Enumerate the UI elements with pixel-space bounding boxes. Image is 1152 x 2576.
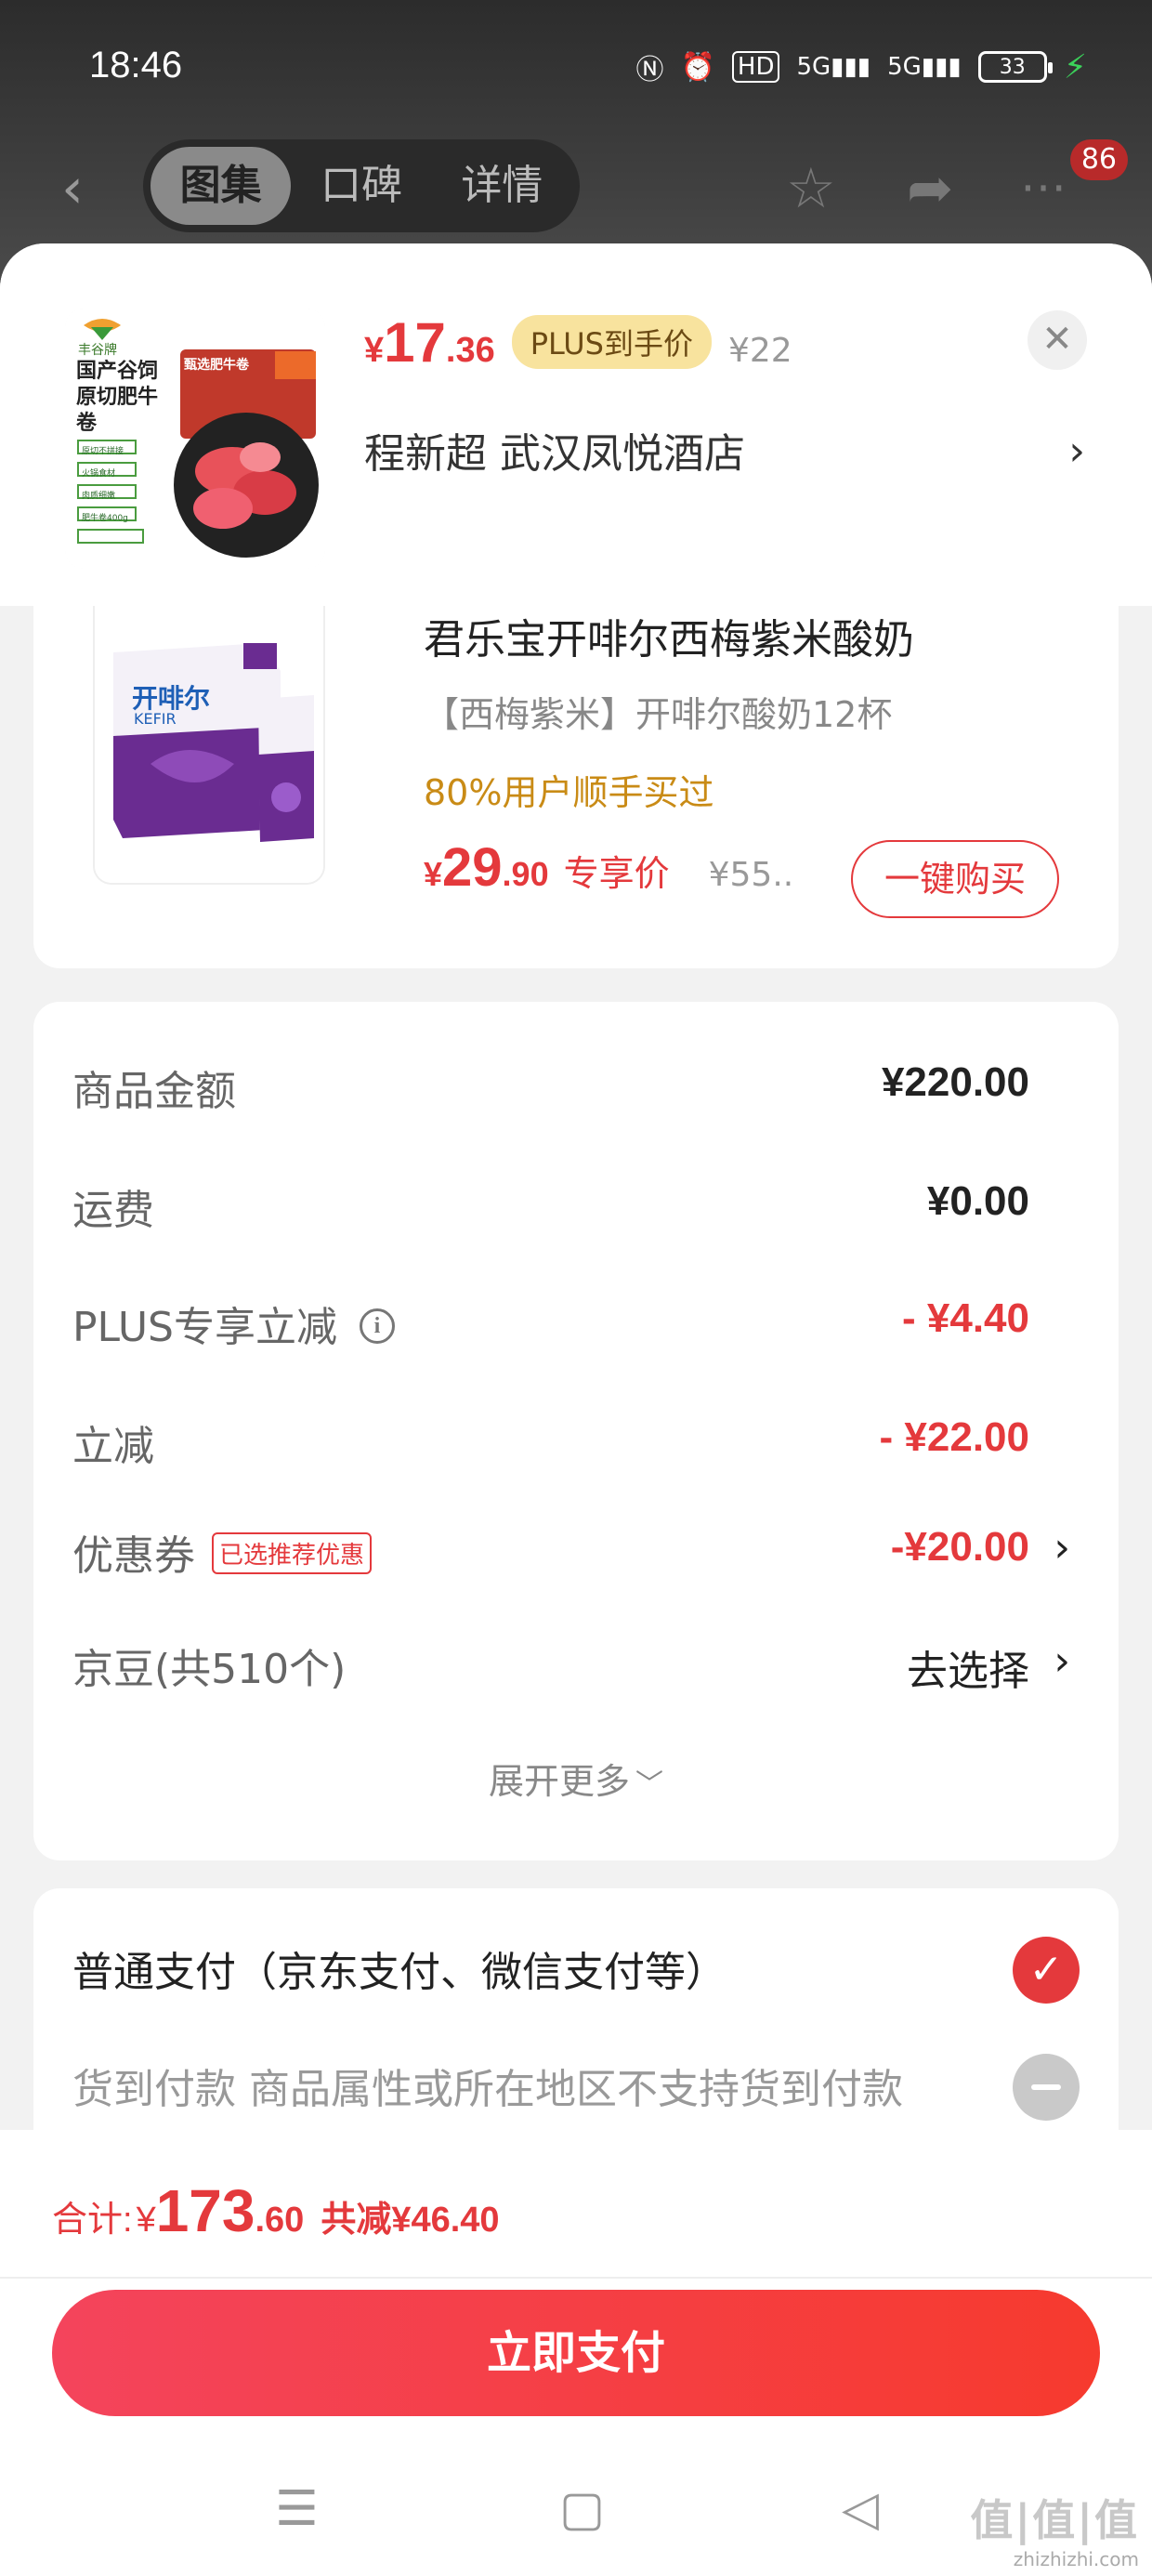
amount-value: - ¥22.00 xyxy=(879,1414,1029,1460)
coupon-selected-tag: 已选推荐优惠 xyxy=(212,1531,373,1574)
total-amount-dec: .60 xyxy=(255,2201,305,2240)
back-triangle-icon[interactable]: ◁ xyxy=(842,2481,879,2537)
favorite-star-icon[interactable]: ☆ xyxy=(786,156,836,221)
amount-value: ¥0.00 xyxy=(926,1178,1029,1224)
product-header: 丰谷牌 国产谷饲原切肥牛卷 甄选肥牛卷 原切不拼接 火锅食材 肉质细嫩 肥牛卷4… xyxy=(0,243,1152,606)
signal-5g-icon-2: 5G▮▮▮ xyxy=(887,53,962,81)
hd-icon: HD xyxy=(731,51,780,83)
recommend-price-row: ¥29.90 专享价 ¥55.. xyxy=(424,836,793,899)
status-bar: 18:46 Ⓝ ⏰ HD 5G▮▮▮ 5G▮▮▮ 33 ⚡ xyxy=(0,0,1152,130)
total-row: 合计: ¥ 173 .60 共减¥46.40 xyxy=(52,2176,500,2245)
menu-icon[interactable]: ☰ xyxy=(275,2481,319,2537)
amount-row-plus-discount: PLUS专享立减 i - ¥4.40 xyxy=(33,1282,1119,1357)
info-icon[interactable]: i xyxy=(360,1308,395,1344)
product-thumbnail: 丰谷牌 国产谷饲原切肥牛卷 甄选肥牛卷 原切不拼接 火锅食材 肉质细嫩 肥牛卷4… xyxy=(65,309,325,569)
share-icon[interactable]: ➦ xyxy=(907,156,953,221)
chevron-right-icon[interactable]: › xyxy=(1054,1524,1070,1571)
chevron-right-icon[interactable]: › xyxy=(1068,427,1085,475)
tab-reviews[interactable]: 口碑 xyxy=(291,147,431,225)
amount-label: 商品金额 xyxy=(72,1068,236,1115)
recommend-thumbnail: 开啡尔 KEFIR xyxy=(93,606,325,885)
nav-tabs: 图集 口碑 详情 xyxy=(143,139,580,232)
amount-row-coupon[interactable]: 优惠券 已选推荐优惠 -¥20.00 › xyxy=(33,1511,1119,1585)
home-square-icon[interactable]: ▢ xyxy=(559,2481,605,2537)
thumb-title: 国产谷饲原切肥牛卷 xyxy=(76,360,159,435)
site-watermark: 值|值|值 zhizhizhi.com xyxy=(970,2495,1139,2570)
delivery-address[interactable]: 程新超 武汉凤悦酒店 xyxy=(364,420,745,480)
disabled-minus-icon xyxy=(1013,2054,1080,2121)
more-icon[interactable]: ⋯ xyxy=(1020,160,1067,214)
chevron-right-icon[interactable]: › xyxy=(1054,1637,1070,1685)
tab-gallery[interactable]: 图集 xyxy=(151,147,292,225)
amount-summary-card: 商品金额 ¥220.00 运费 ¥0.00 PLUS专享立减 i - ¥4.40 … xyxy=(33,1002,1119,1860)
amount-row-shipping: 运费 ¥0.00 xyxy=(33,1165,1119,1240)
alarm-icon: ⏰ xyxy=(680,50,715,84)
back-arrow-icon[interactable]: ‹ xyxy=(61,156,84,221)
amount-value: 去选择 xyxy=(907,1649,1029,1694)
top-nav: ‹ 图集 口碑 详情 ☆ ➦ ⋯ 86 xyxy=(0,139,1152,232)
kefir-yogurt-image xyxy=(95,606,323,883)
recommend-title[interactable]: 君乐宝开啡尔西梅紫米酸奶 xyxy=(424,606,914,665)
product-price: ¥17.36 xyxy=(364,311,495,374)
amount-label: PLUS专享立减 i xyxy=(72,1294,395,1353)
pay-now-button[interactable]: 立即支付 xyxy=(52,2290,1100,2416)
amount-label: 京豆(共510个) xyxy=(72,1646,347,1693)
chevron-down-icon: ﹀ xyxy=(635,1768,663,1801)
status-time: 18:46 xyxy=(89,45,183,85)
recommend-subtitle: 【西梅紫米】开啡尔酸奶12杯 xyxy=(424,694,893,735)
recommend-hint: 80%用户顺手买过 xyxy=(424,772,714,813)
amount-value: -¥20.00 xyxy=(890,1524,1029,1570)
check-selected-icon[interactable]: ✓ xyxy=(1013,1937,1080,2004)
plus-price-tag: PLUS到手价 xyxy=(511,315,712,369)
amount-value: - ¥4.40 xyxy=(902,1295,1029,1341)
recommendation-card: 开啡尔 KEFIR 君乐宝开啡尔西梅紫米酸奶 【西梅紫米】开啡尔酸奶12杯 80… xyxy=(33,606,1119,968)
amount-label: 立减 xyxy=(72,1423,154,1470)
thumb-badge: 甄选肥牛卷 xyxy=(184,358,249,373)
recommend-original-price: ¥55.. xyxy=(708,856,794,894)
exclusive-price-label: 专享价 xyxy=(563,853,670,894)
payment-option-online[interactable]: 普通支付（京东支付、微信支付等） xyxy=(72,1939,727,1998)
tab-details[interactable]: 详情 xyxy=(432,147,572,225)
payment-option-cod: 货到付款 商品属性或所在地区不支持货到付款 xyxy=(72,2066,903,2113)
signal-5g-icon: 5G▮▮▮ xyxy=(796,53,871,81)
divider xyxy=(0,2277,1152,2279)
amount-row-subtotal: 商品金额 ¥220.00 xyxy=(33,1046,1119,1121)
amount-row-instant-discount: 立减 - ¥22.00 xyxy=(33,1401,1119,1476)
charging-icon: ⚡ xyxy=(1063,47,1087,86)
expand-more-button[interactable]: 展开更多 ﹀ xyxy=(33,1753,1119,1804)
amount-value: ¥220.00 xyxy=(881,1059,1029,1105)
recommend-price: ¥29.90 xyxy=(424,837,549,898)
amount-row-jingdou[interactable]: 京豆(共510个) 去选择 › xyxy=(33,1624,1119,1699)
close-button[interactable]: ✕ xyxy=(1028,310,1087,370)
amount-label: 优惠券 已选推荐优惠 xyxy=(72,1522,373,1582)
message-count-badge: 86 xyxy=(1069,139,1128,180)
amount-label: 运费 xyxy=(72,1187,154,1234)
payment-method-card: 普通支付（京东支付、微信支付等） ✓ 货到付款 商品属性或所在地区不支持货到付款 xyxy=(33,1888,1119,2167)
total-amount-int: 173 xyxy=(155,2177,255,2244)
thumb-tags: 原切不拼接 火锅食材 肉质细嫩 肥牛卷400g xyxy=(82,447,128,523)
total-label: 合计: xyxy=(52,2201,133,2240)
one-click-buy-button[interactable]: 一键购买 xyxy=(851,840,1059,918)
thumb-sub: KEFIR xyxy=(134,710,177,728)
status-icons: Ⓝ ⏰ HD 5G▮▮▮ 5G▮▮▮ 33 ⚡ xyxy=(636,46,1087,87)
battery-icon: 33 xyxy=(977,51,1053,83)
nfc-icon: Ⓝ xyxy=(635,54,664,86)
thumb-brand: 丰谷牌 xyxy=(78,343,117,358)
product-price-row: ¥17.36 PLUS到手价 ¥22 xyxy=(364,310,792,376)
original-price: ¥22 xyxy=(728,332,792,370)
total-savings: 共减¥46.40 xyxy=(321,2201,500,2240)
total-yen: ¥ xyxy=(136,2201,156,2240)
